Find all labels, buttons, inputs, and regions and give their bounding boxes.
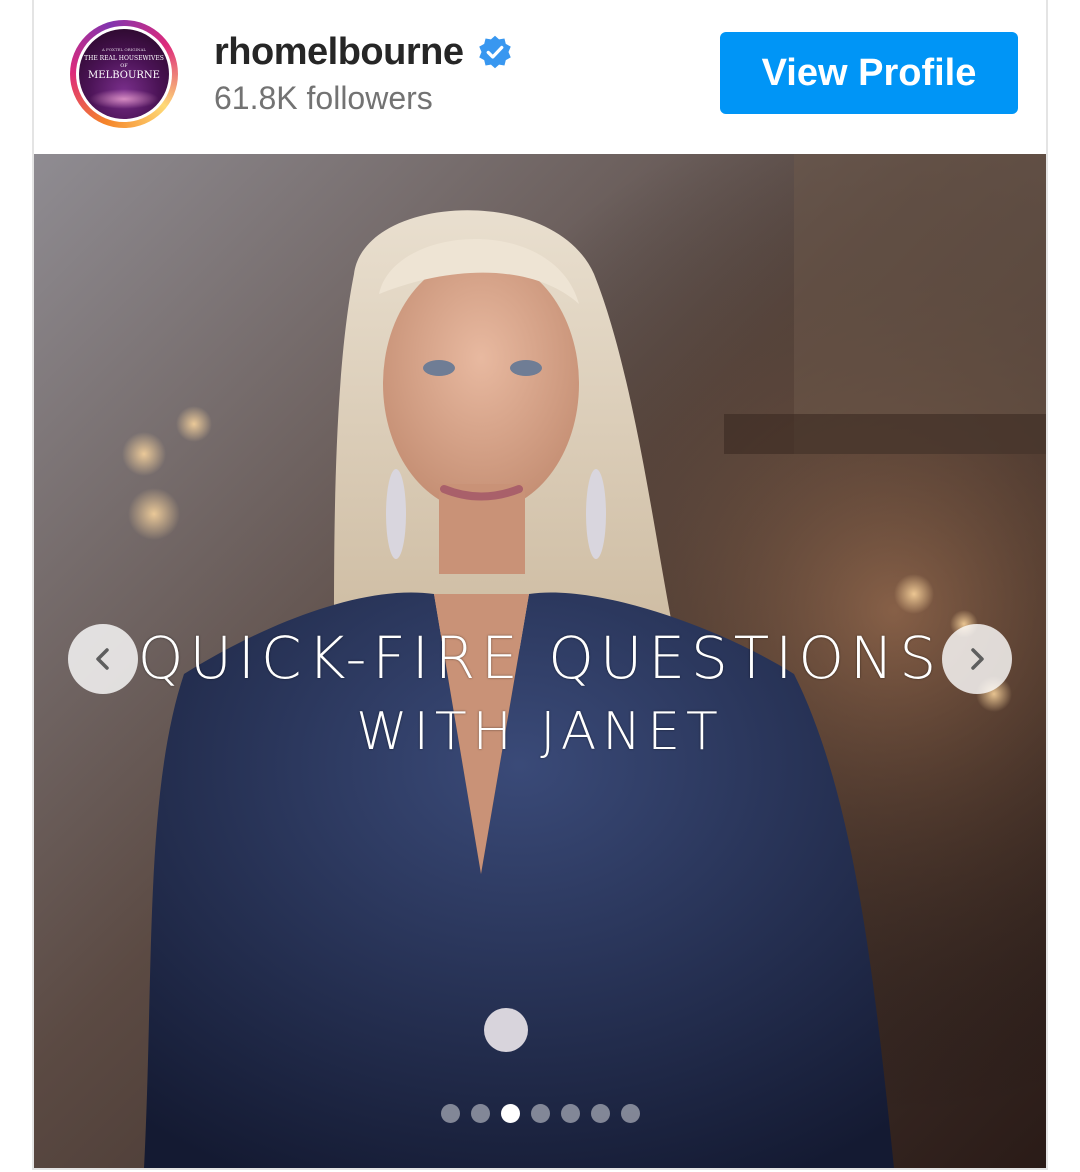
avatar-text-line2: THE REAL HOUSEWIVES [84, 55, 164, 62]
avatar-border: A FOXTEL ORIGINAL THE REAL HOUSEWIVES OF… [76, 26, 172, 122]
avatar-city-lights [89, 89, 159, 109]
carousel-dot [440, 1104, 460, 1123]
verified-badge-icon [479, 35, 512, 69]
post-media[interactable]: Quick-Fire Questions With Janet [34, 154, 1046, 1168]
carousel-dot [620, 1104, 640, 1123]
chevron-right-icon [971, 648, 984, 670]
post-card: A FOXTEL ORIGINAL THE REAL HOUSEWIVES OF… [32, 0, 1048, 1170]
username-row: rhomelbourne [214, 30, 513, 74]
carousel-dot [470, 1104, 490, 1123]
carousel-dot [560, 1104, 580, 1123]
carousel-dot [500, 1104, 520, 1123]
profile-avatar[interactable]: A FOXTEL ORIGINAL THE REAL HOUSEWIVES OF… [70, 20, 178, 128]
username[interactable]: rhomelbourne [214, 31, 464, 74]
carousel-prev-button[interactable] [68, 624, 138, 694]
carousel-indicator [34, 1104, 1046, 1123]
overlay-title-line2: With Janet [356, 702, 724, 762]
carousel-dot [530, 1104, 550, 1123]
view-profile-button[interactable]: View Profile [720, 32, 1018, 114]
avatar-text-line4: MELBOURNE [88, 70, 160, 81]
avatar-text-line1: A FOXTEL ORIGINAL [101, 47, 147, 52]
avatar-image: A FOXTEL ORIGINAL THE REAL HOUSEWIVES OF… [79, 29, 169, 119]
carousel-dot [590, 1104, 610, 1123]
post-header: A FOXTEL ORIGINAL THE REAL HOUSEWIVES OF… [34, 0, 1046, 154]
avatar-text-line3: OF [120, 63, 128, 69]
overlay-title-line1: Quick-Fire Questions [137, 624, 943, 692]
carousel-next-button[interactable] [942, 624, 1012, 694]
followers-count: 61.8K followers [214, 80, 433, 116]
chevron-left-icon [96, 648, 109, 670]
